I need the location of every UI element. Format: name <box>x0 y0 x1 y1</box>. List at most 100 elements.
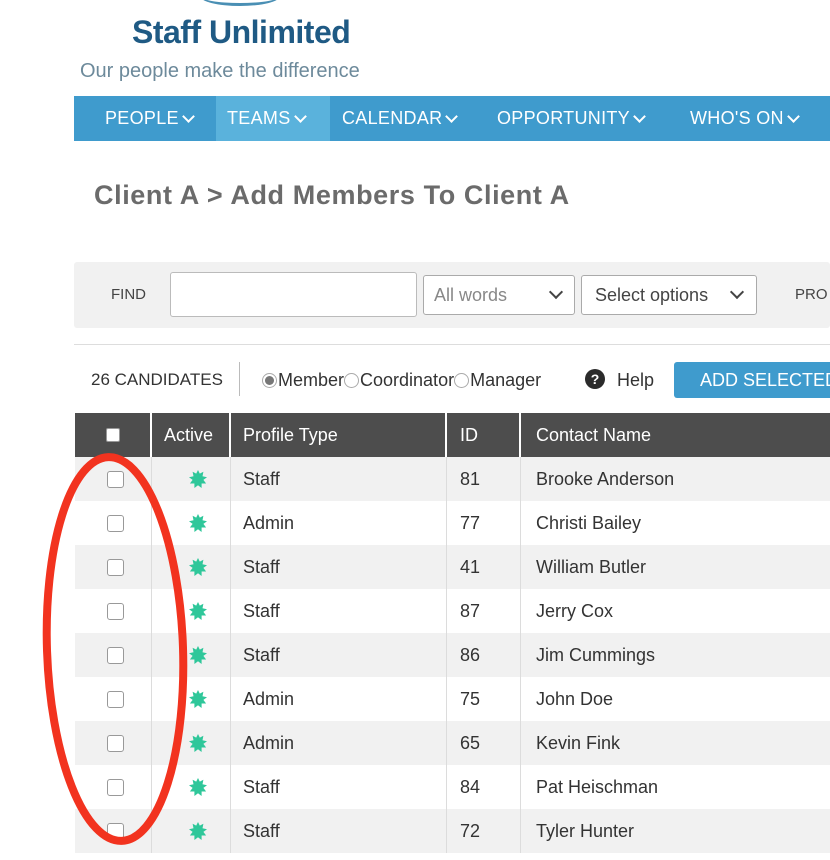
chevron-down-icon <box>786 109 800 123</box>
active-cell <box>152 501 231 545</box>
role-radio-manager[interactable]: Manager <box>454 370 541 391</box>
divider <box>239 362 240 396</box>
table-row[interactable]: Staff 87 Jerry Cox <box>75 589 830 633</box>
nav-item-label: OPPORTUNITY <box>497 108 630 128</box>
id-cell: 81 <box>447 457 521 501</box>
table-row[interactable]: Admin 75 John Doe <box>75 677 830 721</box>
profile-type-cell: Staff <box>231 765 447 809</box>
row-checkbox[interactable] <box>107 646 124 664</box>
profile-type-cell: Admin <box>231 677 447 721</box>
candidate-count: 26 CANDIDATES <box>91 370 223 389</box>
row-checkbox[interactable] <box>107 778 124 796</box>
brand-name: Staff Unlimited <box>132 14 351 50</box>
chevron-down-icon <box>293 109 307 123</box>
profile-filter-label: PRO <box>795 286 828 303</box>
divider <box>74 344 830 345</box>
candidates-table: Active Profile Type ID Contact Name Staf… <box>75 413 830 853</box>
row-select-cell <box>75 809 152 853</box>
radio-button[interactable] <box>262 373 277 388</box>
contact-name-cell: Tyler Hunter <box>536 820 635 841</box>
active-status-icon <box>189 734 207 752</box>
column-header-contact-name[interactable]: Contact Name <box>521 413 830 457</box>
role-radio-member[interactable]: Member <box>262 370 344 391</box>
help-icon[interactable]: ? <box>585 369 605 389</box>
active-cell <box>152 721 231 765</box>
find-label: FIND <box>111 286 146 303</box>
nav-item-opportunity[interactable]: OPPORTUNITY <box>485 96 678 141</box>
contact-name-cell: Christi Bailey <box>536 512 642 533</box>
table-row[interactable]: Admin 77 Christi Bailey <box>75 501 830 545</box>
nav-item-people[interactable]: PEOPLE <box>74 96 216 141</box>
add-selected-button[interactable]: ADD SELECTED <box>674 362 830 398</box>
active-status-icon <box>189 646 207 664</box>
active-cell <box>152 545 231 589</box>
active-cell <box>152 633 231 677</box>
help-link[interactable]: Help <box>617 370 654 391</box>
row-select-cell <box>75 501 152 545</box>
nav-item-teams[interactable]: TEAMS <box>216 96 330 141</box>
select-all-checkbox[interactable] <box>105 428 120 442</box>
id-cell: 75 <box>447 677 521 721</box>
brand-tagline: Our people make the difference <box>80 60 360 82</box>
active-status-icon <box>189 558 207 576</box>
nav-item-label: PEOPLE <box>105 108 179 128</box>
role-label: Manager <box>470 370 542 390</box>
table-row[interactable]: Staff 81 Brooke Anderson <box>75 457 830 501</box>
active-status-icon <box>189 602 207 620</box>
row-select-cell <box>75 633 152 677</box>
table-row[interactable]: Staff 72 Tyler Hunter <box>75 809 830 853</box>
column-header-active[interactable]: Active <box>152 413 231 457</box>
active-cell <box>152 809 231 853</box>
row-checkbox[interactable] <box>107 470 124 488</box>
options-select[interactable]: Select options <box>581 275 757 315</box>
contact-name-cell: Brooke Anderson <box>536 468 675 489</box>
role-radio-coordinator[interactable]: Coordinator <box>344 370 454 391</box>
contact-name-cell: Kevin Fink <box>536 732 621 753</box>
chevron-down-icon <box>548 284 564 300</box>
row-select-cell <box>75 677 152 721</box>
chevron-down-icon <box>633 109 646 123</box>
row-checkbox[interactable] <box>107 558 124 576</box>
table-row[interactable]: Admin 65 Kevin Fink <box>75 721 830 765</box>
profile-type-cell: Staff <box>231 457 447 501</box>
active-status-icon <box>189 778 207 796</box>
row-checkbox[interactable] <box>107 690 124 708</box>
id-cell: 72 <box>447 809 521 853</box>
profile-type-cell: Admin <box>231 721 447 765</box>
row-checkbox[interactable] <box>107 822 124 840</box>
options-value: Select options <box>595 284 709 305</box>
row-checkbox[interactable] <box>107 602 124 620</box>
active-status-icon <box>189 514 207 532</box>
active-status-icon <box>189 822 207 840</box>
select-all-cell <box>75 413 152 457</box>
nav-item-calendar[interactable]: CALENDAR <box>330 96 485 141</box>
radio-button[interactable] <box>454 373 470 388</box>
radio-button[interactable] <box>344 373 360 388</box>
profile-type-cell: Staff <box>231 809 447 853</box>
active-status-icon <box>189 690 207 708</box>
table-row[interactable]: Staff 41 William Butler <box>75 545 830 589</box>
main-nav: PEOPLE TEAMS CALENDAR OPPORTUNITY WHO'S … <box>74 96 830 141</box>
page-title: Client A > Add Members To Client A <box>94 180 570 210</box>
contact-name-cell: Jim Cummings <box>536 644 656 665</box>
column-header-id[interactable]: ID <box>447 413 521 457</box>
id-cell: 65 <box>447 721 521 765</box>
nav-item-whos-on[interactable]: WHO'S ON <box>678 96 830 141</box>
id-cell: 77 <box>447 501 521 545</box>
profile-type-cell: Staff <box>231 589 447 633</box>
row-checkbox[interactable] <box>107 514 124 532</box>
table-row[interactable]: Staff 86 Jim Cummings <box>75 633 830 677</box>
profile-type-cell: Admin <box>231 501 447 545</box>
row-checkbox[interactable] <box>107 734 124 752</box>
id-cell: 41 <box>447 545 521 589</box>
row-select-cell <box>75 589 152 633</box>
nav-item-label: TEAMS <box>227 108 291 128</box>
table-row[interactable]: Staff 84 Pat Heischman <box>75 765 830 809</box>
role-radio-group: Member Coordinator Manager <box>262 370 541 391</box>
match-words-value: All words <box>434 284 508 305</box>
match-words-select[interactable]: All words <box>423 275 575 315</box>
active-cell <box>152 457 231 501</box>
column-header-profile-type[interactable]: Profile Type <box>231 413 447 457</box>
find-input[interactable] <box>170 272 417 317</box>
logo-arc <box>200 0 280 6</box>
